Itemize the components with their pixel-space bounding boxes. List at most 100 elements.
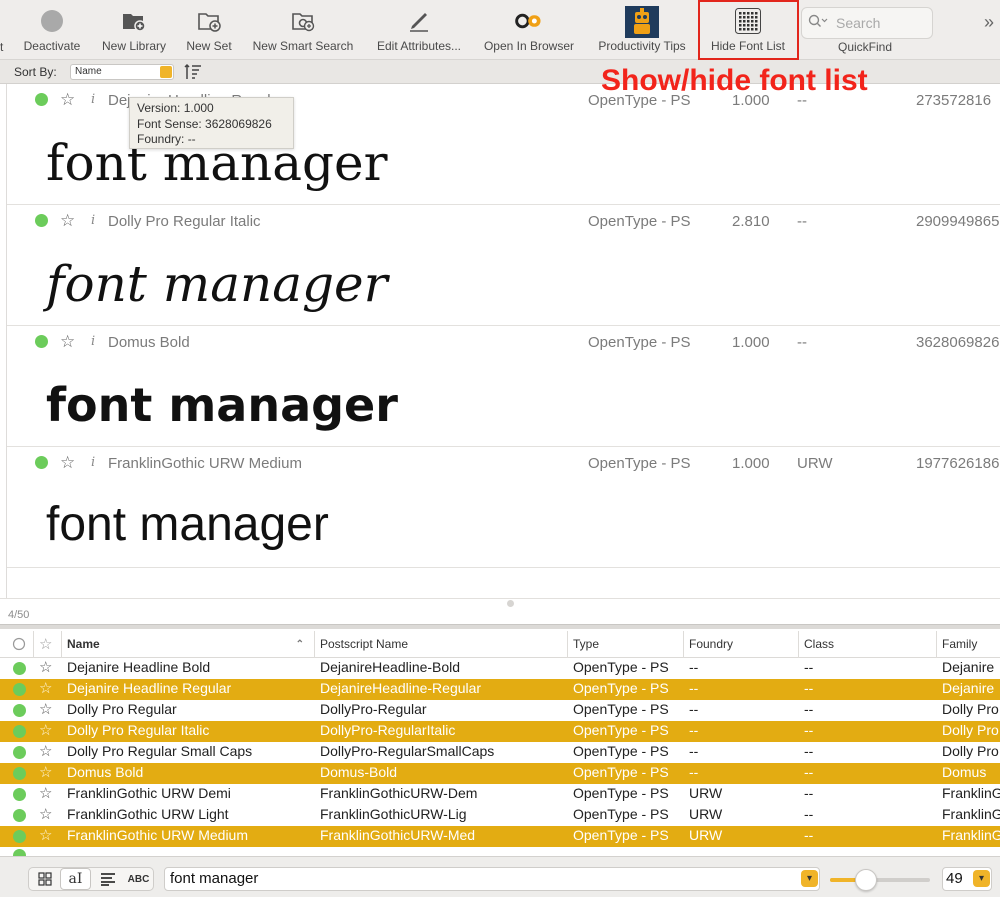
table-row[interactable]: ☆ Dolly Pro Regular Italic DollyPro-Regu… [0, 721, 1000, 742]
star-icon[interactable]: ☆ [39, 763, 52, 781]
info-icon[interactable]: i [91, 334, 95, 349]
star-icon[interactable]: ☆ [60, 90, 75, 110]
cell-family: FranklinG [942, 806, 1000, 822]
table-row[interactable]: ☆ Dejanire Headline Bold DejanireHeadlin… [0, 658, 1000, 679]
active-status-dot[interactable] [35, 93, 48, 106]
status-column-header[interactable] [0, 631, 33, 658]
paragraph-view-icon[interactable] [92, 868, 123, 890]
cell-postscript: FranklinGothicURW-Lig [320, 806, 467, 822]
type-column-header[interactable]: Type [567, 631, 683, 658]
info-icon[interactable]: i [91, 455, 95, 470]
active-status-dot[interactable] [13, 746, 26, 759]
preview-font-type: OpenType - PS [588, 334, 691, 351]
new-smart-search-button[interactable]: New Smart Search [246, 8, 360, 56]
family-column-header[interactable]: Family [936, 631, 1000, 658]
star-icon[interactable]: ☆ [39, 826, 52, 844]
star-icon[interactable]: ☆ [39, 700, 52, 718]
active-status-dot[interactable] [13, 788, 26, 801]
foundry-column-header[interactable]: Foundry [683, 631, 798, 658]
font-sample-text: font manager [46, 378, 398, 432]
active-status-dot [13, 849, 26, 856]
star-icon[interactable]: ☆ [39, 784, 52, 802]
active-status-dot[interactable] [13, 809, 26, 822]
pane-divider[interactable] [0, 624, 1000, 629]
preview-bottom-border [0, 598, 1000, 599]
cell-postscript: DollyPro-RegularItalic [320, 722, 456, 738]
new-set-label: New Set [186, 39, 232, 53]
chevron-down-icon[interactable]: ▾ [801, 870, 818, 887]
size-slider-thumb[interactable] [855, 869, 877, 891]
table-row[interactable]: ☆ Dolly Pro Regular DollyPro-Regular Ope… [0, 700, 1000, 721]
open-in-browser-button[interactable]: Open In Browser [478, 8, 580, 56]
sample-view-icon[interactable]: aI [60, 868, 91, 890]
star-icon[interactable]: ☆ [39, 805, 52, 823]
table-row[interactable]: ☆ FranklinGothic URW Medium FranklinGoth… [0, 826, 1000, 847]
toolbar-overflow-button[interactable]: » [984, 12, 994, 33]
grid-view-icon[interactable] [29, 868, 60, 890]
new-library-button[interactable]: New Library [96, 8, 172, 56]
active-status-dot[interactable] [13, 704, 26, 717]
edit-attributes-button[interactable]: Edit Attributes... [370, 8, 468, 56]
active-status-dot[interactable] [13, 662, 26, 675]
active-status-dot[interactable] [13, 725, 26, 738]
active-status-dot[interactable] [13, 683, 26, 696]
star-icon[interactable]: ☆ [39, 679, 52, 697]
sort-by-select[interactable]: Name [70, 64, 174, 80]
cell-class: -- [804, 827, 814, 843]
active-status-dot[interactable] [13, 767, 26, 780]
preview-count: 4/50 [8, 609, 30, 621]
preview-row[interactable]: ☆ i Dolly Pro Regular Italic OpenType - … [7, 205, 1000, 326]
view-mode-segmented: aI ABC [28, 867, 154, 891]
info-icon[interactable]: i [91, 92, 95, 107]
splitter-grip[interactable] [507, 600, 514, 607]
new-set-button[interactable]: New Set [180, 8, 238, 56]
abc-view-icon[interactable]: ABC [123, 868, 154, 890]
cell-type: OpenType - PS [573, 659, 669, 675]
cell-postscript: DollyPro-Regular [320, 701, 427, 717]
folder-outline-plus-icon [195, 8, 223, 34]
info-icon[interactable]: i [91, 213, 95, 228]
table-row[interactable]: ☆ Dolly Pro Regular Small Caps DollyPro-… [0, 742, 1000, 763]
preview-font-foundry: -- [797, 213, 807, 230]
star-icon[interactable]: ☆ [39, 658, 52, 676]
cell-name: FranklinGothic URW Demi [67, 785, 231, 801]
cell-class: -- [804, 806, 814, 822]
sort-direction-icon[interactable] [184, 63, 202, 86]
size-value: 49 [946, 870, 963, 887]
toolbar-cut-label: t [0, 40, 4, 54]
deactivate-button[interactable]: Deactivate [20, 8, 84, 56]
star-icon[interactable]: ☆ [60, 453, 75, 473]
preview-font-type: OpenType - PS [588, 213, 691, 230]
name-column-header[interactable]: Name ⌃ [61, 631, 314, 658]
tooltip-font-sense: Font Sense: 3628069826 [137, 116, 272, 131]
sample-text-input[interactable]: font manager [164, 867, 820, 891]
preview-font-version: 1.000 [732, 455, 770, 472]
star-icon[interactable]: ☆ [39, 742, 52, 760]
table-row[interactable]: ☆ Domus Bold Domus-Bold OpenType - PS --… [0, 763, 1000, 784]
productivity-tips-button[interactable]: Productivity Tips [590, 6, 694, 54]
table-row[interactable]: ☆ FranklinGothic URW Light FranklinGothi… [0, 805, 1000, 826]
star-column-header[interactable]: ☆ [33, 631, 61, 658]
star-icon[interactable]: ☆ [39, 721, 52, 739]
font-preview-list[interactable]: ☆ i Dejanire Headline Regular OpenType -… [6, 84, 1000, 599]
open-in-browser-label: Open In Browser [483, 39, 575, 53]
table-row[interactable]: ☆ FranklinGothic URW Demi FranklinGothic… [0, 784, 1000, 805]
cell-type: OpenType - PS [573, 785, 669, 801]
postscript-column-header[interactable]: Postscript Name [314, 631, 567, 658]
cell-type: OpenType - PS [573, 827, 669, 843]
star-icon[interactable]: ☆ [60, 211, 75, 231]
star-icon[interactable]: ☆ [60, 332, 75, 352]
preview-row[interactable]: ☆ i Domus Bold OpenType - PS 1.000 -- 36… [7, 326, 1000, 447]
active-status-dot[interactable] [35, 214, 48, 227]
active-status-dot[interactable] [13, 830, 26, 843]
size-chevron-down-icon[interactable]: ▾ [973, 870, 990, 887]
preview-row[interactable]: ☆ i FranklinGothic URW Medium OpenType -… [7, 447, 1000, 568]
sort-by-label: Sort By: [14, 65, 57, 79]
cell-name: Dejanire Headline Bold [67, 659, 211, 675]
quickfind-search-input[interactable]: Search [801, 7, 933, 39]
size-slider[interactable] [830, 878, 930, 882]
class-column-header[interactable]: Class [798, 631, 936, 658]
active-status-dot[interactable] [35, 456, 48, 469]
active-status-dot[interactable] [35, 335, 48, 348]
table-row[interactable]: ☆ Dejanire Headline Regular DejanireHead… [0, 679, 1000, 700]
